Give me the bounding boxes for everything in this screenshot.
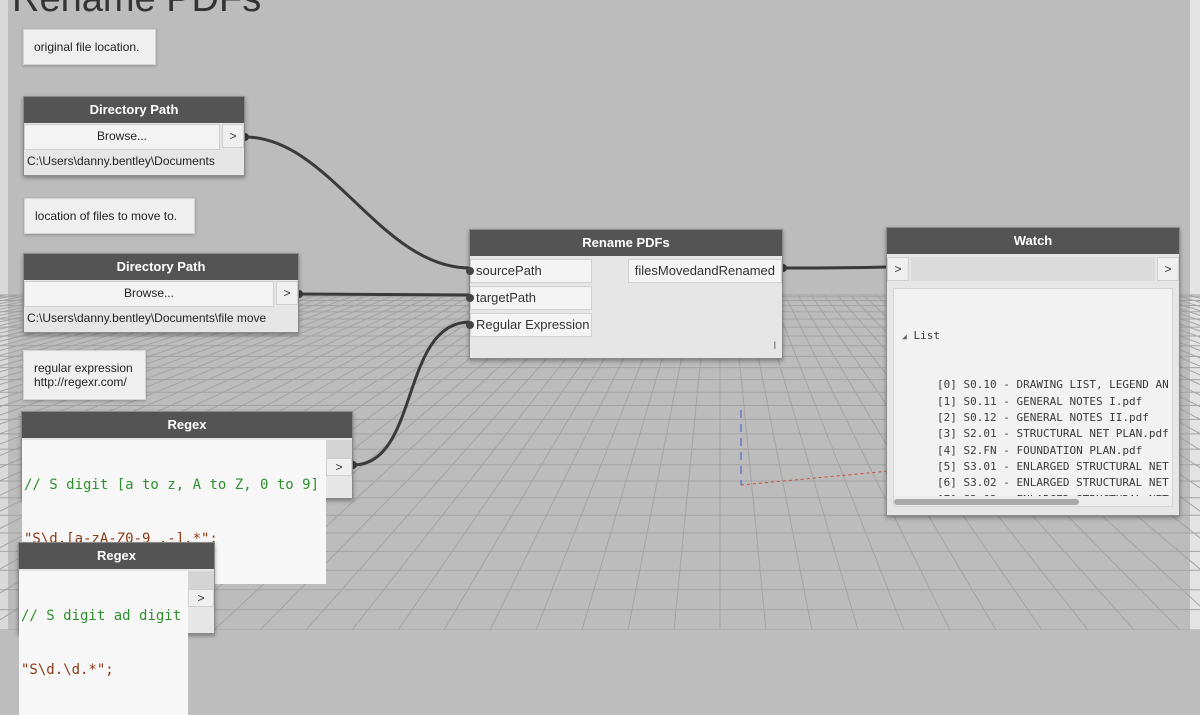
note-text-line1: regular expression bbox=[34, 361, 133, 375]
note-text: original file location. bbox=[34, 40, 140, 54]
input-port-label: sourcePath bbox=[476, 263, 542, 278]
input-port-source-path[interactable]: sourcePath bbox=[466, 259, 592, 283]
input-port-regular-expression[interactable]: Regular Expression bbox=[466, 313, 592, 337]
list-item: [4] S2.FN - FOUNDATION PLAN.pdf bbox=[937, 443, 1143, 457]
list-item: [1] S0.11 - GENERAL NOTES I.pdf bbox=[937, 394, 1143, 408]
note-move-location[interactable]: location of files to move to. bbox=[24, 198, 195, 234]
node-title[interactable]: Rename PDFs bbox=[470, 230, 782, 256]
collapse-triangle-icon[interactable]: ◢ bbox=[902, 332, 907, 341]
watch-output-panel[interactable]: ◢ List [0] S0.10 - DRAWING LIST, LEGEND … bbox=[893, 288, 1173, 507]
directory-path-value: C:\Users\danny.bentley\Documents bbox=[27, 154, 215, 168]
browse-button[interactable]: Browse... bbox=[24, 124, 220, 150]
list-item: [2] S0.12 - GENERAL NOTES II.pdf bbox=[937, 411, 1149, 425]
node-title[interactable]: Directory Path bbox=[24, 97, 244, 123]
regex-node-1[interactable]: Regex // S digit [a to z, A to Z, 0 to 9… bbox=[21, 411, 353, 584]
browse-button[interactable]: Browse... bbox=[24, 281, 274, 307]
code-comment: // S digit [a to z, A to Z, 0 to 9] bbox=[24, 477, 320, 493]
list-item: [5] S3.01 - ENLARGED STRUCTURAL NET bbox=[937, 459, 1169, 473]
scrollbar-thumb[interactable] bbox=[894, 499, 1079, 505]
code-string: "S\d.\d.*"; bbox=[21, 662, 114, 678]
code-comment: // S digit ad digit bbox=[21, 608, 182, 624]
node-title[interactable]: Regex bbox=[22, 412, 352, 438]
directory-path-node-target[interactable]: Directory Path Browse... > C:\Users\dann… bbox=[23, 253, 299, 333]
input-port[interactable]: > bbox=[887, 257, 909, 281]
output-port[interactable]: > bbox=[188, 589, 214, 607]
output-port[interactable]: > bbox=[1157, 257, 1179, 281]
wire-output[interactable] bbox=[782, 265, 887, 270]
list-item: [6] S3.02 - ENLARGED STRUCTURAL NET bbox=[937, 476, 1169, 490]
input-port-label: Regular Expression bbox=[476, 317, 590, 332]
rename-pdfs-node[interactable]: Rename PDFs sourcePath targetPath Regula… bbox=[466, 229, 783, 359]
output-port[interactable]: > bbox=[276, 281, 298, 305]
wire-target-path[interactable] bbox=[298, 292, 471, 297]
note-original-location[interactable]: original file location. bbox=[23, 29, 156, 65]
directory-path-node-source[interactable]: Directory Path Browse... > C:\Users\dann… bbox=[23, 96, 245, 176]
horizontal-scrollbar[interactable] bbox=[894, 496, 1172, 506]
regex-node-2[interactable]: Regex // S digit ad digit "S\d.\d.*"; > bbox=[18, 542, 215, 715]
node-title[interactable]: Directory Path bbox=[24, 254, 298, 280]
input-port-target-path[interactable]: targetPath bbox=[466, 286, 592, 310]
watch-node[interactable]: Watch > > ◢ List [0] S0.10 - DRAWING LIS… bbox=[886, 227, 1180, 516]
input-port-label: targetPath bbox=[476, 290, 536, 305]
node-title[interactable]: Regex bbox=[19, 543, 214, 569]
list-item: [3] S2.01 - STRUCTURAL NET PLAN.pdf bbox=[937, 427, 1169, 441]
code-editor[interactable]: // S digit ad digit "S\d.\d.*"; bbox=[19, 571, 188, 715]
note-text: location of files to move to. bbox=[35, 209, 178, 223]
list-item: [0] S0.10 - DRAWING LIST, LEGEND AN bbox=[937, 378, 1169, 392]
output-port[interactable]: > bbox=[222, 124, 244, 148]
node-title[interactable]: Watch bbox=[887, 228, 1179, 254]
directory-path-value: C:\Users\danny.bentley\Documents\file mo… bbox=[27, 311, 267, 325]
output-port[interactable]: > bbox=[326, 458, 352, 476]
note-text-line2: http://regexr.com/ bbox=[34, 375, 127, 389]
note-regex[interactable]: regular expression http://regexr.com/ bbox=[23, 350, 146, 400]
graph-title: Rename PDFs bbox=[12, 0, 261, 21]
list-header[interactable]: ◢ List bbox=[902, 328, 1172, 345]
output-port-files-moved[interactable]: filesMovedandRenamed bbox=[627, 259, 782, 283]
lacing-indicator: l bbox=[773, 341, 776, 352]
output-port-label: filesMovedandRenamed bbox=[634, 263, 775, 278]
